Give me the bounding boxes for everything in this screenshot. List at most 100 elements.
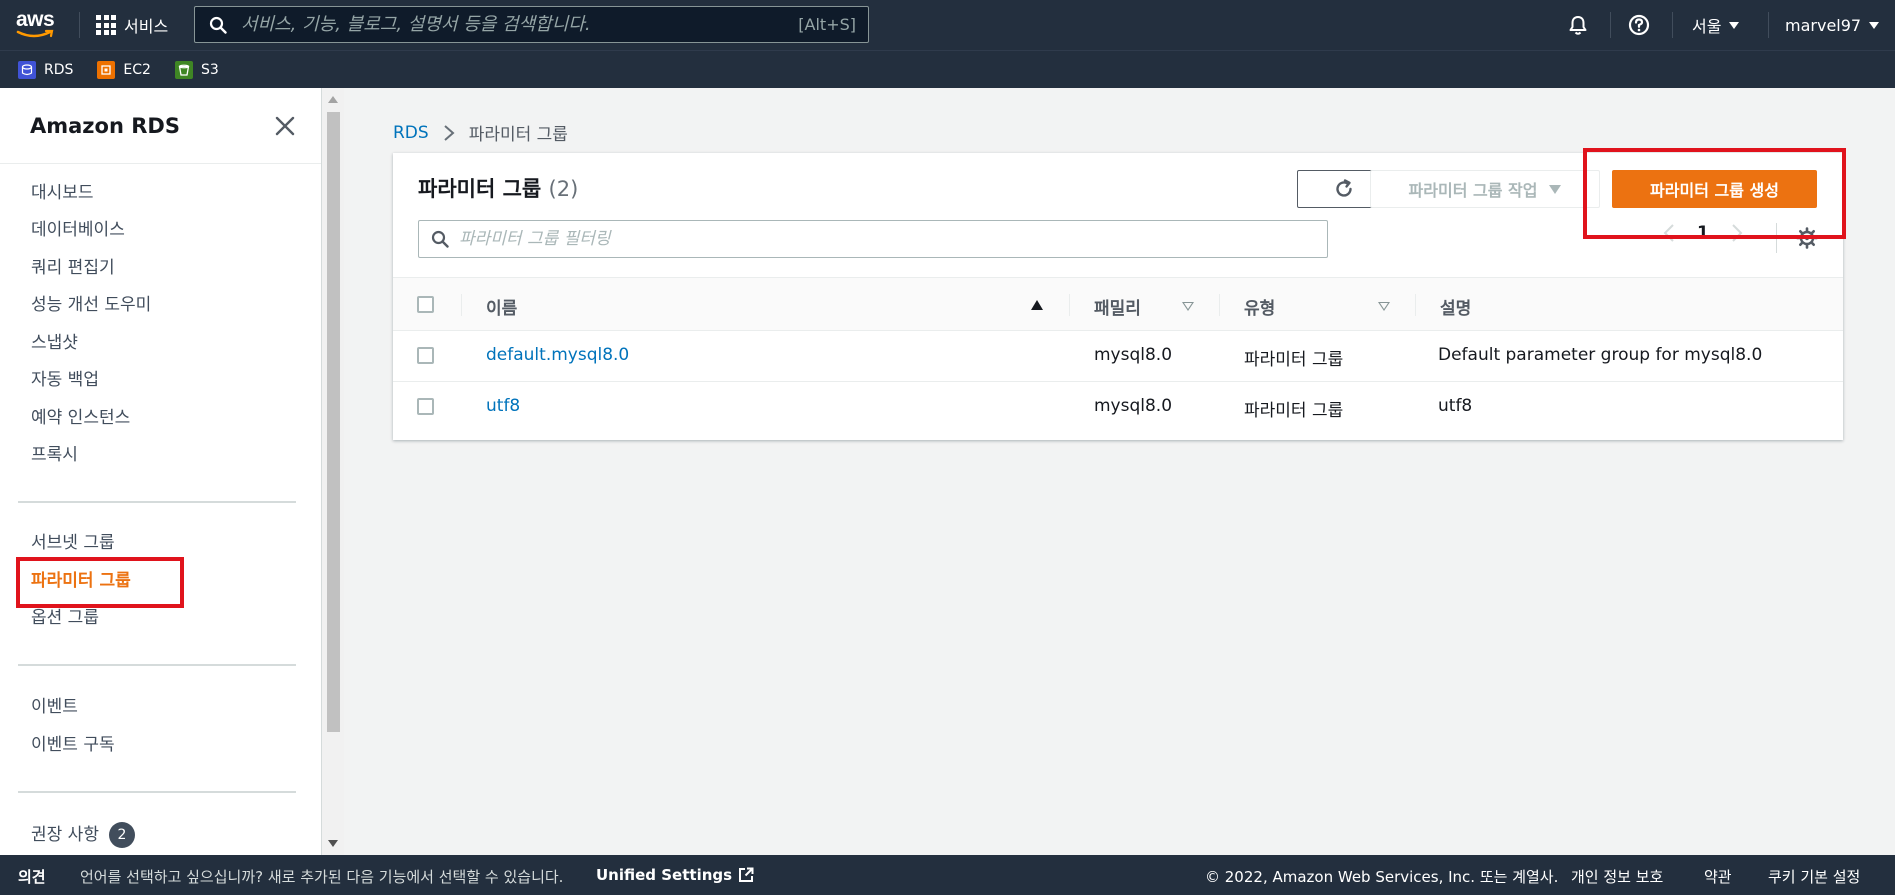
search-shortcut: [Alt+S]	[798, 15, 856, 34]
sidebar-item-databases[interactable]: 데이터베이스	[31, 219, 125, 241]
sidebar-header-divider	[0, 163, 321, 164]
sidebar-item-reserved-instances[interactable]: 예약 인스턴스	[31, 407, 130, 429]
nav-separator	[1610, 12, 1611, 38]
panel-title-count: (2)	[548, 177, 579, 201]
sort-descending-icon[interactable]	[1182, 302, 1194, 311]
s3-bucket-icon	[174, 60, 193, 79]
favorite-rds[interactable]: RDS	[18, 60, 73, 79]
account-menu[interactable]: marvel97	[1785, 0, 1880, 50]
region-label: 서울	[1692, 17, 1722, 36]
panel-title-text: 파라미터 그룹	[418, 177, 542, 201]
table-row: default.mysql8.0 mysql8.0 파라미터 그룹 Defaul…	[393, 331, 1843, 382]
footer: 의견 언어를 선택하고 싶으십니까? 새로 추가된 다음 기능에서 선택할 수 …	[0, 855, 1895, 895]
select-all-checkbox[interactable]	[417, 296, 434, 313]
caret-down-icon	[1729, 21, 1740, 29]
sidebar-item-option-groups[interactable]: 옵션 그룹	[31, 607, 99, 629]
breadcrumb-current: 파라미터 그룹	[468, 125, 568, 145]
scroll-down-icon[interactable]	[328, 840, 338, 847]
sort-descending-icon[interactable]	[1378, 302, 1390, 311]
breadcrumb: RDS 파라미터 그룹	[393, 120, 568, 146]
help-button[interactable]	[1628, 0, 1650, 50]
sidebar-divider	[18, 501, 296, 503]
sidebar-item-subnet-groups[interactable]: 서브넷 그룹	[31, 532, 115, 554]
column-header-description[interactable]: 설명	[1440, 294, 1471, 319]
sidebar-item-automated-backups[interactable]: 자동 백업	[31, 369, 99, 391]
aws-smile-icon	[16, 29, 54, 38]
search-icon	[431, 230, 449, 248]
breadcrumb-link-rds[interactable]: RDS	[393, 123, 429, 143]
ec2-service-icon	[97, 60, 116, 79]
parameter-group-actions-button[interactable]: 파라미터 그룹 작업	[1370, 170, 1600, 208]
parameter-group-filter[interactable]	[418, 220, 1328, 258]
parameter-group-family: mysql8.0	[1094, 345, 1173, 365]
recommendations-count-badge: 2	[108, 822, 135, 848]
column-header-family[interactable]: 패밀리	[1094, 294, 1141, 319]
column-separator	[1415, 294, 1416, 316]
sidebar-scrollbar[interactable]	[322, 88, 344, 855]
highlight-box-sidebar	[16, 557, 184, 608]
region-selector[interactable]: 서울	[1692, 0, 1740, 50]
parameter-group-name-link[interactable]: utf8	[486, 396, 520, 416]
favorite-s3[interactable]: S3	[174, 60, 219, 79]
unified-settings-label: Unified Settings	[596, 866, 733, 884]
scroll-up-icon[interactable]	[328, 96, 338, 103]
sidebar-item-events[interactable]: 이벤트	[31, 696, 78, 718]
caret-down-icon	[1869, 21, 1880, 29]
favorite-label: S3	[200, 61, 219, 78]
feedback-link[interactable]: 의견	[18, 866, 46, 887]
cookie-preferences-link[interactable]: 쿠키 기본 설정	[1768, 866, 1860, 887]
global-search[interactable]: [Alt+S]	[194, 6, 869, 43]
column-header-name[interactable]: 이름	[486, 294, 517, 319]
bell-icon	[1569, 16, 1587, 35]
table-row: utf8 mysql8.0 파라미터 그룹 utf8	[393, 382, 1843, 433]
unified-settings-link[interactable]: Unified Settings	[596, 866, 754, 884]
refresh-icon	[1336, 179, 1352, 197]
parameter-group-type: 파라미터 그룹	[1244, 401, 1344, 421]
caret-down-icon	[1549, 184, 1562, 194]
parameter-group-name-link[interactable]: default.mysql8.0	[486, 345, 629, 365]
column-separator	[461, 294, 462, 316]
filter-input[interactable]	[459, 229, 1327, 249]
parameter-group-family: mysql8.0	[1094, 396, 1173, 416]
sort-ascending-icon[interactable]	[1031, 300, 1043, 310]
row-checkbox[interactable]	[417, 398, 434, 415]
actions-label: 파라미터 그룹 작업	[1408, 181, 1538, 200]
recommendations-label: 권장 사항	[31, 825, 99, 845]
sidebar-item-snapshots[interactable]: 스냅샷	[31, 332, 78, 354]
notifications-button[interactable]	[1567, 0, 1589, 50]
column-header-type[interactable]: 유형	[1244, 294, 1275, 319]
rds-service-icon	[18, 60, 36, 79]
help-circle-icon	[1628, 14, 1650, 36]
favorite-label: EC2	[123, 61, 151, 78]
nav-separator	[1768, 12, 1769, 38]
panel-title: 파라미터 그룹 (2)	[418, 173, 578, 203]
account-label: marvel97	[1785, 15, 1862, 35]
aws-logo[interactable]: aws	[16, 8, 58, 40]
copyright: © 2022, Amazon Web Services, Inc. 또는 계열사…	[1205, 868, 1559, 886]
terms-link[interactable]: 약관	[1704, 866, 1732, 887]
grid-icon	[96, 15, 116, 35]
favorite-ec2[interactable]: EC2	[97, 60, 151, 79]
close-icon[interactable]	[274, 115, 296, 137]
sidebar-item-query-editor[interactable]: 쿼리 편집기	[31, 257, 115, 279]
sidebar-item-proxies[interactable]: 프록시	[31, 444, 78, 466]
sidebar-item-dashboard[interactable]: 대시보드	[31, 182, 94, 204]
row-checkbox[interactable]	[417, 347, 434, 364]
external-link-icon	[739, 867, 754, 882]
side-navigation: Amazon RDS 대시보드 데이터베이스 쿼리 편집기 성능 개선 도우미 …	[0, 88, 322, 855]
privacy-link[interactable]: 개인 정보 보호	[1571, 866, 1663, 887]
sidebar-divider	[18, 664, 296, 666]
highlight-box-create-button	[1583, 148, 1846, 239]
sidebar-item-recommendations[interactable]: 권장 사항 2	[31, 822, 135, 848]
sidebar-item-performance-insights[interactable]: 성능 개선 도우미	[31, 294, 151, 316]
search-input[interactable]	[241, 14, 799, 35]
table-header: 이름 패밀리 유형 설명	[393, 277, 1843, 331]
favorites-bar: RDS EC2 S3	[0, 50, 1895, 88]
sidebar-scrollbar-thumb[interactable]	[327, 112, 340, 732]
parameter-group-type: 파라미터 그룹	[1244, 350, 1344, 370]
sidebar-item-event-subscriptions[interactable]: 이벤트 구독	[31, 734, 115, 756]
language-prompt: 언어를 선택하고 싶으십니까? 새로 추가된 다음 기능에서 선택할 수 있습니…	[80, 868, 564, 886]
services-menu[interactable]: 서비스	[96, 12, 168, 38]
services-label: 서비스	[124, 17, 169, 36]
aws-logo-text: aws	[16, 8, 55, 31]
